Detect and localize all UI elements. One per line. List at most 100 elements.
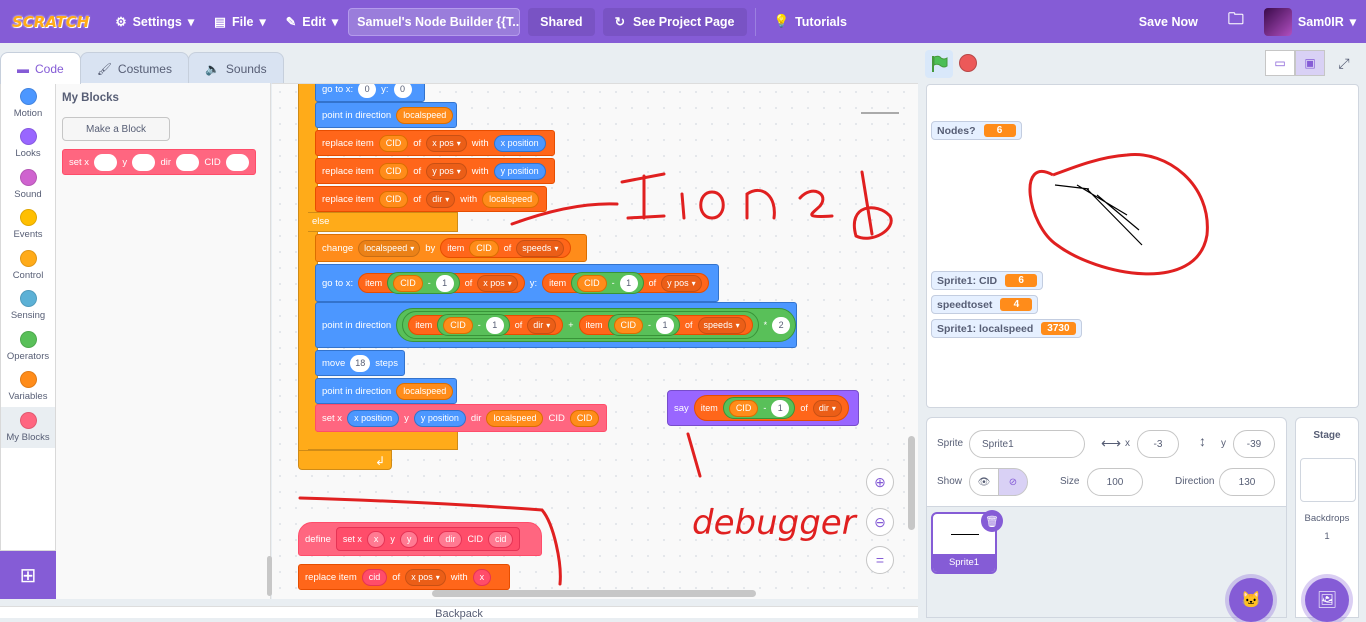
category-color-dot: [19, 209, 37, 227]
item-of-list-reporter[interactable]: item CID -1 of speeds: [578, 314, 753, 336]
stage-thumbnail[interactable]: [1300, 458, 1356, 502]
subtract-operator[interactable]: CID -1: [607, 314, 681, 336]
stop-button[interactable]: [959, 54, 977, 72]
tab-code[interactable]: ▬ Code: [0, 52, 81, 84]
set-x-custom-block[interactable]: set xx position y y position dir localspeed C…: [315, 404, 607, 432]
category-sound[interactable]: Sound: [1, 164, 55, 205]
brush-icon: 🖌: [96, 61, 112, 76]
chevron-down-icon: ▾: [331, 15, 339, 29]
direction-input[interactable]: 130: [1219, 468, 1275, 496]
category-looks[interactable]: Looks: [1, 124, 55, 165]
delete-sprite-button[interactable]: 🗑: [981, 510, 1003, 532]
change-variable-block[interactable]: changelocalspeedbyitemCIDofspeeds: [315, 234, 587, 262]
save-now-button[interactable]: Save Now: [1119, 0, 1218, 43]
category-variables[interactable]: Variables: [1, 367, 55, 408]
point-in-direction-block[interactable]: point in direction itemCID-1ofdir + item…: [315, 302, 797, 348]
pencil-icon: ✎: [285, 15, 297, 29]
scratch-logo[interactable]: SCRATCH: [0, 13, 105, 31]
category-events[interactable]: Events: [1, 205, 55, 246]
subtract-operator[interactable]: CID -1: [571, 272, 644, 294]
file-menu[interactable]: ▤ File ▾: [204, 0, 276, 43]
x-position-input[interactable]: -3: [1137, 430, 1179, 458]
chevron-down-icon: ▾: [259, 15, 266, 29]
tab-sounds[interactable]: 🔈 Sounds: [187, 52, 284, 84]
replace-item-block[interactable]: replace itemCIDofx poswithx position: [315, 130, 555, 156]
zoom-in-button[interactable]: ⊕: [866, 468, 894, 496]
subtract-operator[interactable]: CID -1: [437, 314, 510, 336]
category-operators[interactable]: Operators: [1, 326, 55, 367]
zoom-reset-icon: =: [875, 552, 885, 568]
normal-stage-button[interactable]: ▣: [1295, 50, 1325, 76]
category-label: Motion: [13, 107, 43, 119]
move-steps-block[interactable]: move 18 steps: [315, 350, 405, 376]
zoom-out-button[interactable]: ⊖: [866, 508, 894, 536]
category-sensing[interactable]: Sensing: [1, 286, 55, 327]
backpack-header[interactable]: Backpack: [0, 606, 918, 620]
say-block[interactable]: say item CID -1 of dir: [667, 390, 859, 426]
define-block[interactable]: define set x x y y dir dir CID cid: [298, 522, 542, 556]
forever-loop-bottom: ↲: [298, 450, 392, 470]
go-to-xy-block[interactable]: go to x: itemCID-1ofx pos y: itemCID-1of…: [315, 264, 719, 302]
divider: [754, 7, 756, 36]
point-in-direction-block[interactable]: point in direction localspeed: [315, 102, 457, 128]
speaker-icon: 🔈: [204, 61, 220, 76]
replace-item-block[interactable]: replace itemCIDofy poswithy position: [315, 158, 555, 184]
sprite-lines: [1054, 184, 1143, 246]
edit-menu[interactable]: ✎ Edit ▾: [276, 0, 348, 43]
workspace-horizontal-scrollbar[interactable]: [432, 590, 756, 597]
category-color-dot: [19, 87, 37, 105]
stage-panel-title: Stage: [1313, 430, 1341, 441]
show-sprite-button[interactable]: 👁: [969, 468, 999, 496]
tutorials-button[interactable]: 💡 Tutorials: [764, 0, 857, 43]
item-of-list-reporter[interactable]: item CID of speeds: [440, 238, 572, 258]
choose-backdrop-button[interactable]: 🖼: [1305, 578, 1349, 622]
make-a-block-button[interactable]: Make a Block: [62, 117, 170, 141]
chevron-down-icon: ▾: [1349, 15, 1356, 29]
project-title-input[interactable]: Samuel's Node Builder {{T...: [348, 7, 521, 36]
item-of-list-reporter[interactable]: item CID -1 of y pos: [542, 272, 709, 294]
category-color-dot: [19, 168, 37, 186]
y-position-input[interactable]: -39: [1233, 430, 1275, 458]
annotation-stroke: [798, 189, 834, 218]
multiply-operator[interactable]: itemCID-1ofdir + itemCID-1ofspeeds *2: [396, 308, 797, 342]
subtract-operator[interactable]: CID -1: [387, 272, 460, 294]
zoom-out-icon: ⊖: [874, 513, 886, 530]
palette-set-block[interactable]: set x y dir CID: [62, 149, 256, 175]
go-to-xy-block[interactable]: go to x: 0 y: 0: [315, 84, 425, 102]
small-stage-button[interactable]: ▭: [1265, 50, 1295, 76]
category-color-dot: [19, 290, 37, 308]
shared-button[interactable]: Shared: [528, 7, 595, 36]
stage-canvas[interactable]: Nodes? 6 Sprite1: CID 6 speedtoset 4 Sprite…: [926, 84, 1359, 408]
zoom-reset-button[interactable]: =: [866, 546, 894, 574]
category-control[interactable]: Control: [1, 245, 55, 286]
item-of-list-reporter[interactable]: item CID -1 of dir: [408, 314, 564, 336]
replace-item-block[interactable]: replace itemcidofx poswithx: [298, 564, 510, 590]
item-of-list-reporter[interactable]: item CID -1 of x pos: [358, 272, 525, 294]
sprite-name-input[interactable]: Sprite1: [969, 430, 1085, 458]
define-prototype[interactable]: set x x y y dir dir CID cid: [335, 527, 521, 551]
sprite-costume-preview: [951, 534, 979, 535]
replace-item-block[interactable]: replace itemCIDofdirwithlocalspeed: [315, 186, 547, 212]
green-flag-button[interactable]: [925, 50, 953, 78]
if-else-else-arm: else: [308, 212, 458, 232]
my-stuff-folder-icon[interactable]: 🗀: [1218, 0, 1254, 43]
see-project-page-button[interactable]: ↻ See Project Page: [602, 7, 747, 36]
category-motion[interactable]: Motion: [1, 83, 55, 124]
add-operator[interactable]: itemCID-1ofdir + itemCID-1ofspeeds: [402, 311, 759, 339]
settings-menu[interactable]: ⚙ Settings ▾: [105, 0, 204, 43]
size-input[interactable]: 100: [1087, 468, 1143, 496]
choose-sprite-button[interactable]: 🐱: [1229, 578, 1273, 622]
item-of-list-reporter[interactable]: item CID -1 of dir: [693, 395, 849, 421]
subtract-operator[interactable]: CID -1: [722, 397, 796, 419]
fullscreen-button[interactable]: ⤢: [1330, 50, 1358, 76]
category-my-blocks[interactable]: My Blocks: [1, 407, 55, 448]
add-extension-button[interactable]: ⊞: [0, 551, 56, 599]
account-menu[interactable]: Sam0IR ▾: [1254, 0, 1366, 43]
fullscreen-icon: ⤢: [1338, 54, 1350, 71]
image-plus-icon: 🖼: [1316, 592, 1338, 609]
hide-sprite-button[interactable]: ⊘: [998, 468, 1028, 496]
code-workspace[interactable]: else ↲ go to x: 0 y: 0 point in direction lo…: [272, 83, 918, 599]
workspace-vertical-scrollbar[interactable]: [908, 436, 915, 530]
point-in-direction-block[interactable]: point in direction localspeed: [315, 378, 457, 404]
tab-costumes[interactable]: 🖌 Costumes: [79, 52, 189, 84]
